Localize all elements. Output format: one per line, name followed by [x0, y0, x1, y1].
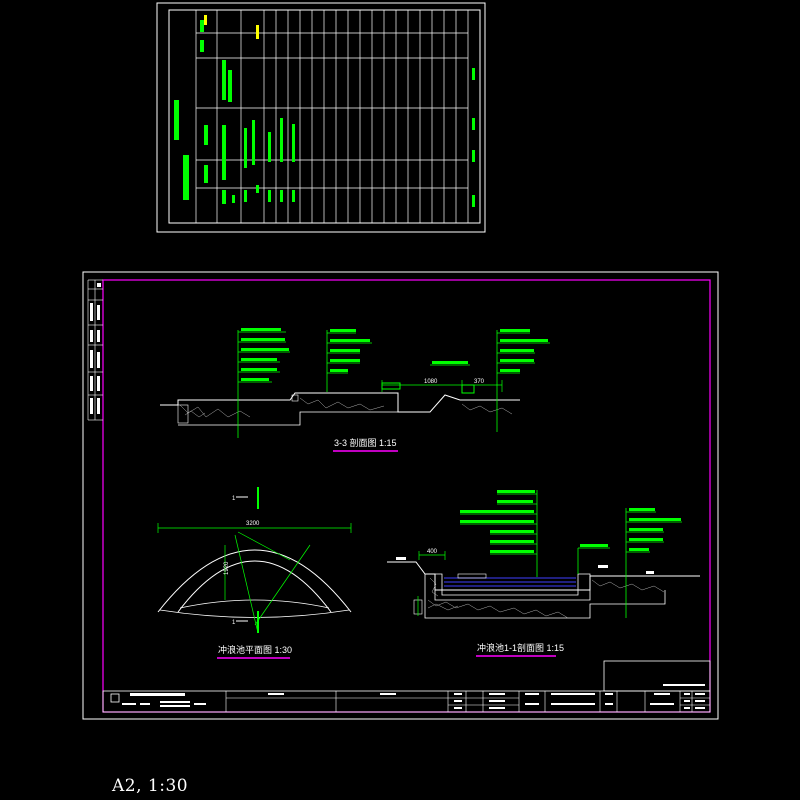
- title-block-text: [122, 684, 705, 709]
- dim-370: 370: [474, 379, 485, 385]
- fountain-section-small-text: [396, 557, 654, 574]
- fountain-section-title: 冲浪池1-1剖面图 1:15: [477, 642, 564, 653]
- index-sheet: [156, 2, 486, 233]
- index-table-rows: [196, 32, 468, 189]
- index-table-yellow-text: [204, 15, 259, 39]
- plan-dimensions: [157, 523, 352, 634]
- cut-marker-bottom: 1: [232, 620, 236, 626]
- left-strip-text: [90, 283, 101, 414]
- index-table-text: [174, 20, 475, 207]
- cad-drawing: 1080 370 3-3 剖面图 1:15 3200 1920 1 1 冲浪池平…: [82, 2, 719, 720]
- fountain-plan: 3200 1920 1 1 冲浪池平面图 1:30: [157, 487, 352, 659]
- dim-3200: 3200: [246, 521, 260, 527]
- magenta-border: [102, 279, 711, 713]
- fountain-plan-title: 冲浪池平面图 1:30: [218, 644, 292, 655]
- section-3-leaders: [237, 330, 550, 438]
- title-block-grid: [225, 691, 710, 712]
- dim-1080: 1080: [424, 379, 438, 385]
- cut-marker-top: 1: [232, 496, 236, 502]
- fountain-section: 400 冲浪池1-1剖面图 1:15: [387, 490, 700, 657]
- dim-1920: 1920: [224, 561, 230, 575]
- pool-hatch: [427, 577, 665, 619]
- company-logo: [110, 693, 120, 703]
- cut-markers: [236, 487, 259, 633]
- fountain-section-labels: [460, 490, 681, 553]
- pool-water: [444, 577, 576, 587]
- main-sheet: [82, 271, 719, 720]
- rubble-hatch: [179, 397, 513, 418]
- drawing-caption: A2, 1:30: [112, 776, 189, 796]
- index-table-columns: [195, 10, 469, 223]
- title-block: [102, 660, 711, 713]
- section-3-3: 1080 370 3-3 剖面图 1:15: [160, 328, 550, 452]
- section-3-title: 3-3 剖面图 1:15: [334, 437, 397, 448]
- dim-400: 400: [427, 549, 438, 555]
